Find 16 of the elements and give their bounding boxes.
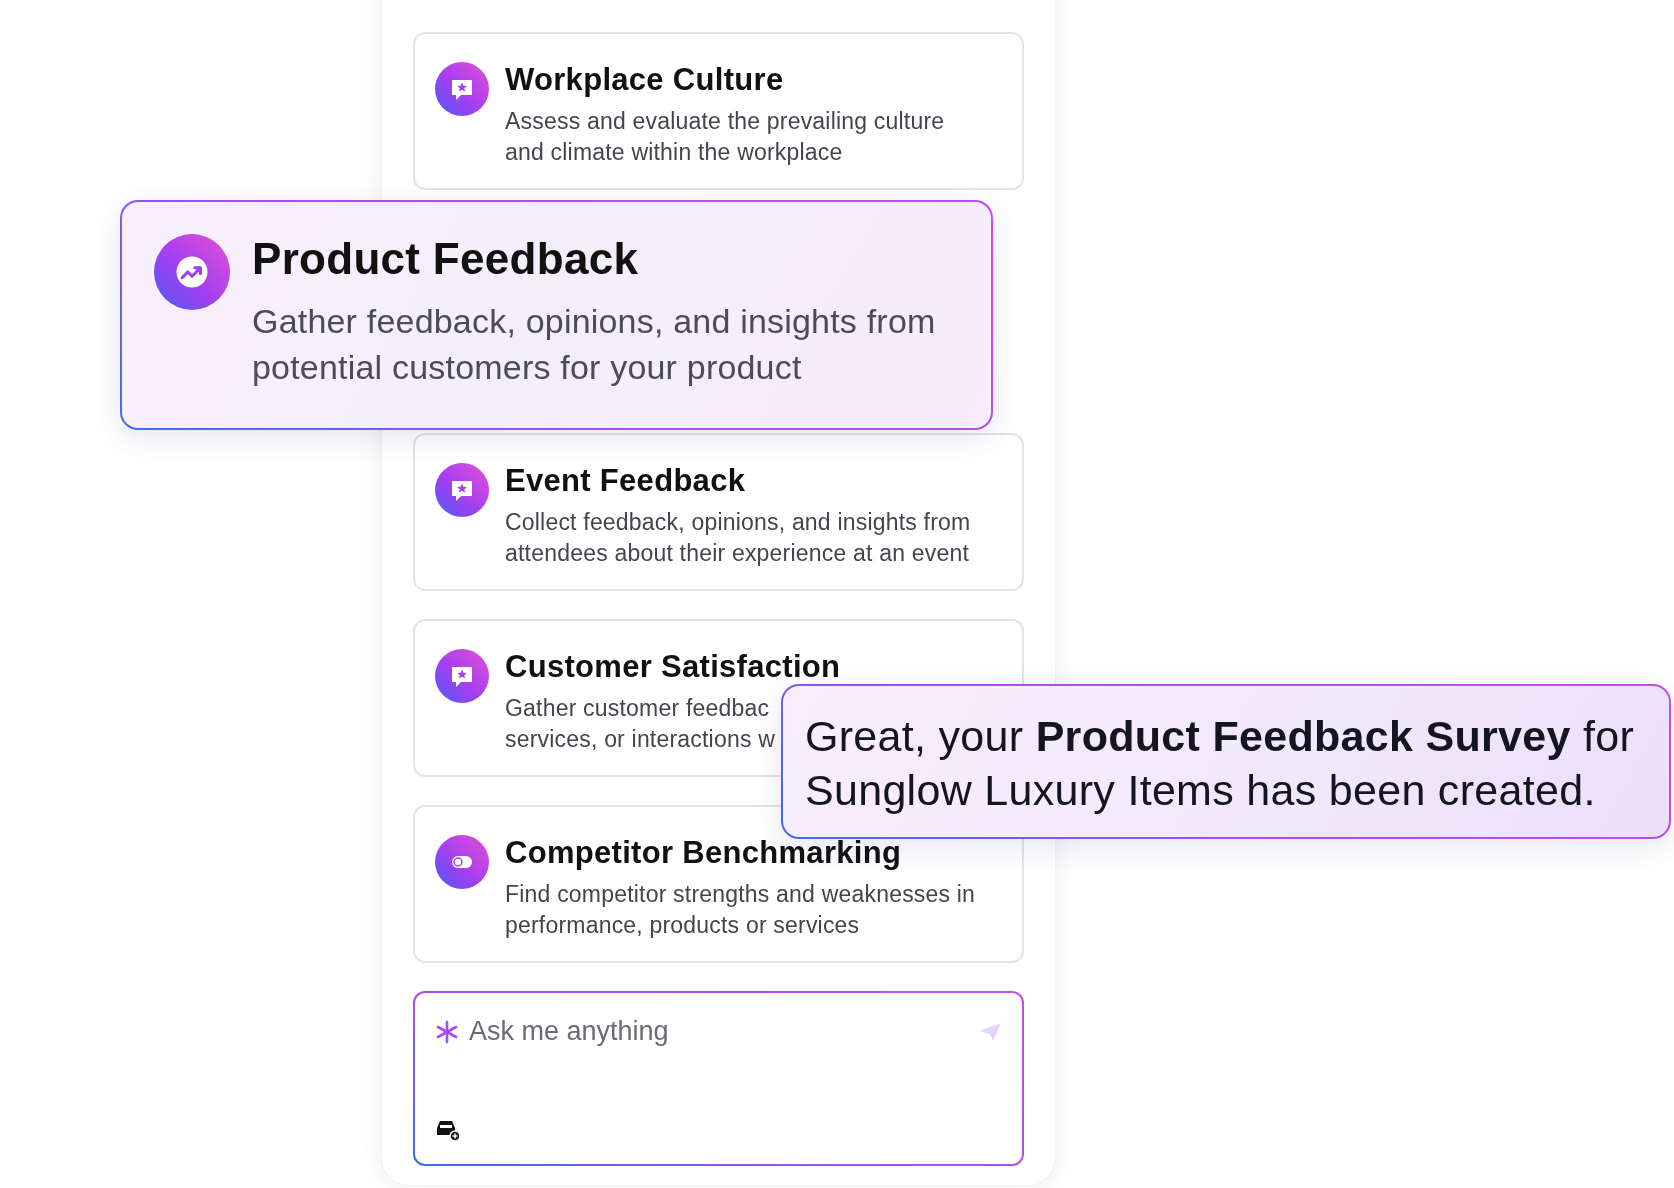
card-title: Event Feedback bbox=[505, 463, 747, 499]
card-title: Customer Satisfaction bbox=[505, 649, 841, 685]
card-description: Collect feedback, opinions, and insights from attendees about their experience at an event bbox=[505, 508, 971, 569]
card-title: Product Feedback bbox=[252, 234, 640, 284]
card-title: Workplace Culture bbox=[505, 62, 785, 98]
card-description: Find competitor strengths and weaknesses in performance, products or services bbox=[505, 880, 976, 941]
featured-template-card[interactable]: Product Feedback Gather feedback, opinions, and insights from potential customers for your product bbox=[120, 200, 993, 430]
confirmation-toast: Great, your Product Feedback Survey for Sunglow Luxury Items has been created. bbox=[781, 684, 1671, 839]
card-description: Assess and evaluate the prevailing culture and climate within the workplace bbox=[505, 107, 945, 168]
card-description: Gather customer feedbac services, or interactions w bbox=[505, 694, 775, 755]
template-card[interactable]: Workplace Culture Assess and evaluate the prevailing culture and climate within the workplace bbox=[413, 32, 1024, 190]
template-card[interactable]: Event Feedback Collect feedback, opinions, and insights from attendees about their experience at an event bbox=[413, 433, 1024, 591]
attach-tray-icon[interactable] bbox=[435, 1118, 461, 1142]
card-description: Gather feedback, opinions, and insights from potential customers for your product bbox=[252, 301, 936, 389]
prompt-field[interactable]: Ask me anything bbox=[467, 1015, 970, 1048]
sparkle-icon bbox=[435, 1019, 459, 1044]
